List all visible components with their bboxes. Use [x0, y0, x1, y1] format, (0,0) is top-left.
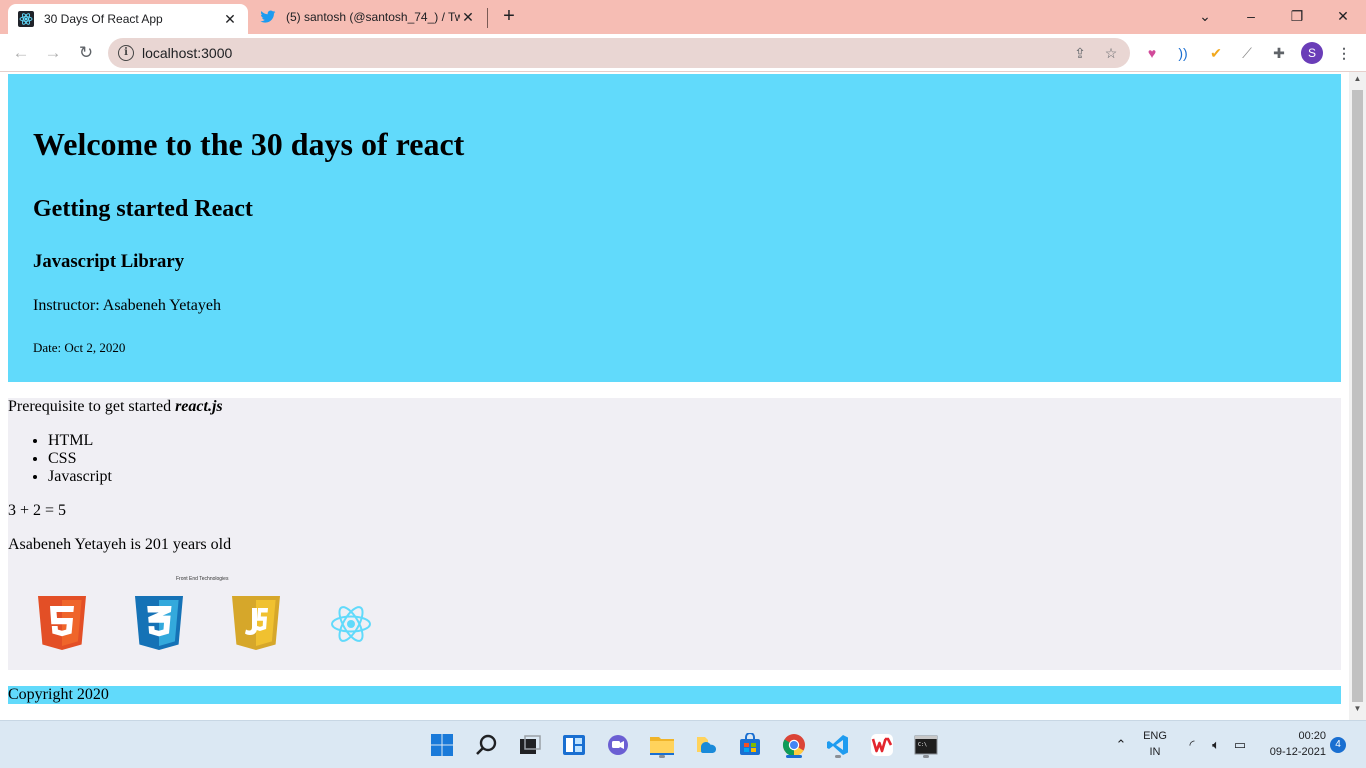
share-icon[interactable]: ⇪: [1070, 43, 1090, 63]
battery-icon[interactable]: ▭: [1231, 736, 1249, 754]
back-button[interactable]: ←: [8, 41, 34, 65]
page-footer: Copyright 2020: [8, 686, 1341, 704]
onedrive-icon[interactable]: [692, 731, 720, 759]
copyright-text: Copyright 2020: [8, 686, 109, 703]
browser-toolbar: ← → ↻ i localhost:3000 ⇪ ☆ ♥ )) ✔ ⟋ ✚ S …: [0, 34, 1366, 72]
age-text: Asabeneh Yetayeh is 201 years old: [8, 536, 232, 553]
store-icon[interactable]: [736, 731, 764, 759]
page-viewport: Welcome to the 30 days of react Getting …: [0, 72, 1349, 720]
tech-list: HTML CSS Javascript: [48, 432, 112, 486]
extension-wave-icon[interactable]: )): [1172, 42, 1194, 64]
wifi-icon[interactable]: ◜: [1183, 736, 1201, 754]
svg-text:C:\: C:\: [918, 742, 927, 748]
address-bar[interactable]: i localhost:3000 ⇪ ☆: [108, 38, 1130, 68]
terminal-icon[interactable]: C:\: [912, 731, 940, 759]
tab-title: (5) santosh (@santosh_74_) / Twi: [286, 10, 460, 24]
menu-kebab-icon[interactable]: ⋮: [1333, 42, 1355, 64]
javascript-logo: [230, 594, 282, 654]
chat-icon[interactable]: [604, 731, 632, 759]
tab-react-app[interactable]: 30 Days Of React App ✕: [8, 4, 248, 34]
bookmark-star-icon[interactable]: ☆: [1101, 43, 1121, 63]
start-icon[interactable]: [428, 731, 456, 759]
running-indicator: [659, 755, 665, 758]
minimize-button[interactable]: –: [1239, 4, 1263, 28]
scroll-up-icon[interactable]: ▲: [1349, 74, 1366, 88]
list-item: HTML: [48, 432, 112, 450]
page-scrollbar[interactable]: ▲ ▼: [1349, 72, 1366, 720]
reload-button[interactable]: ↻: [73, 41, 99, 65]
language-indicator[interactable]: ENG: [1140, 730, 1170, 742]
sum-text: 3 + 2 = 5: [8, 502, 67, 519]
extension-heart-icon[interactable]: ♥: [1141, 42, 1163, 64]
volume-icon[interactable]: 🔈︎: [1207, 736, 1225, 754]
instructor-text: Instructor: Asabeneh Yetayeh: [33, 297, 221, 314]
tab-twitter[interactable]: (5) santosh (@santosh_74_) / Twi ✕: [250, 0, 486, 34]
prerequisite-label: Prerequisite to get started: [8, 398, 176, 415]
library-heading: Javascript Library: [33, 251, 185, 272]
widgets-icon[interactable]: [560, 731, 588, 759]
twitter-favicon-icon: [260, 9, 276, 25]
prerequisite-emphasis: react.js: [175, 398, 223, 415]
tab-search-icon[interactable]: ⌄: [1193, 4, 1217, 28]
running-indicator-active: [786, 755, 802, 758]
tab-close-icon[interactable]: ✕: [460, 9, 476, 25]
new-tab-button[interactable]: +: [498, 5, 520, 27]
scroll-down-icon[interactable]: ▼: [1349, 704, 1366, 718]
profile-avatar[interactable]: S: [1301, 42, 1323, 64]
browser-tab-bar: 30 Days Of React App ✕ (5) santosh (@san…: [0, 0, 1366, 34]
extension-check-icon[interactable]: ✔: [1205, 42, 1227, 64]
notification-badge[interactable]: 4: [1330, 737, 1346, 753]
clock-date[interactable]: 09-12-2021: [1262, 746, 1326, 758]
extension-pulse-icon[interactable]: ⟋: [1236, 42, 1258, 64]
chrome-icon[interactable]: [780, 731, 808, 759]
wps-office-icon[interactable]: [868, 731, 896, 759]
windows-taskbar: C:\ ⌃ ENG IN ◜ 🔈︎ ▭ 00:20 09-12-2021 4: [0, 720, 1366, 768]
tab-close-icon[interactable]: ✕: [222, 11, 238, 27]
show-hidden-icons-chevron-icon[interactable]: ⌃: [1112, 736, 1130, 754]
address-url[interactable]: localhost:3000: [142, 45, 232, 61]
restore-button[interactable]: ❐: [1285, 4, 1309, 28]
list-item: CSS: [48, 450, 112, 468]
running-indicator: [835, 755, 841, 758]
search-icon[interactable]: [472, 731, 500, 759]
file-explorer-icon[interactable]: [648, 731, 676, 759]
css3-logo: [133, 594, 185, 654]
tech-caption: Front End Technologies: [176, 576, 229, 582]
extensions-puzzle-icon[interactable]: ✚: [1268, 42, 1290, 64]
react-logo: [328, 602, 374, 646]
list-item: Javascript: [48, 468, 112, 486]
site-info-icon[interactable]: i: [118, 45, 134, 61]
close-window-button[interactable]: ✕: [1331, 4, 1355, 28]
tab-separator: [487, 8, 488, 28]
vscode-icon[interactable]: [824, 731, 852, 759]
main-content: Prerequisite to get started react.js HTM…: [8, 398, 1341, 670]
tab-title: 30 Days Of React App: [44, 12, 163, 26]
page-header: Welcome to the 30 days of react Getting …: [8, 74, 1341, 382]
clock-time[interactable]: 00:20: [1262, 730, 1326, 742]
forward-button[interactable]: →: [40, 41, 66, 65]
scrollbar-thumb[interactable]: [1352, 90, 1363, 702]
date-text: Date: Oct 2, 2020: [33, 340, 126, 355]
page-subtitle: Getting started React: [33, 196, 253, 222]
react-favicon-icon: [18, 11, 34, 27]
running-indicator: [923, 755, 929, 758]
page-title: Welcome to the 30 days of react: [33, 126, 465, 162]
task-view-icon[interactable]: [516, 731, 544, 759]
prerequisite-text: Prerequisite to get started react.js: [8, 398, 223, 416]
region-indicator[interactable]: IN: [1140, 746, 1170, 758]
html5-logo: [36, 594, 88, 654]
